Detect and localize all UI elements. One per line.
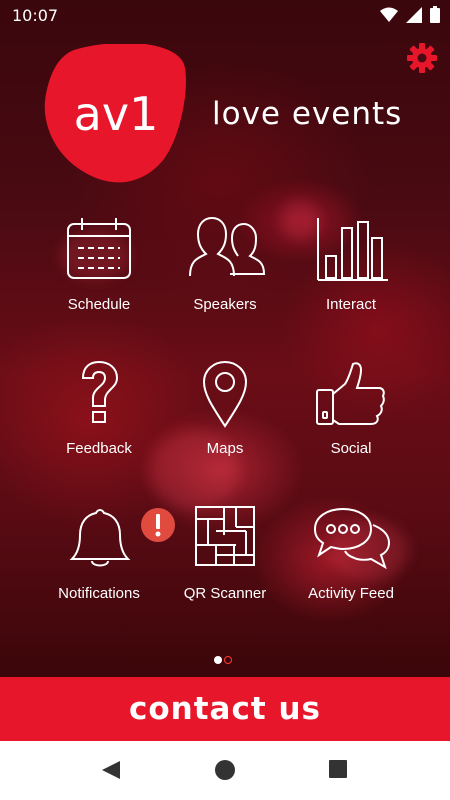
brand-tagline: love events [212, 96, 403, 132]
tile-social[interactable]: Social [286, 360, 416, 490]
logo-text: av1 [74, 87, 159, 141]
tile-label: Interact [325, 296, 377, 313]
app-screen: 10:07 av1 love events Schedule Speakers … [0, 0, 450, 800]
tile-label: Notifications [58, 585, 140, 602]
recents-icon[interactable] [328, 759, 348, 779]
av1-logo: av1 [44, 44, 186, 183]
tile-label: Schedule [67, 296, 131, 313]
tile-maps[interactable]: Maps [160, 360, 290, 490]
tile-label: Social [330, 440, 372, 457]
system-nav-bar [0, 741, 450, 800]
tile-qr-scanner[interactable]: QR Scanner [160, 505, 290, 635]
status-time: 10:07 [12, 6, 59, 25]
tile-label: Activity Feed [308, 585, 394, 602]
question-icon [81, 360, 119, 423]
tile-label: Speakers [193, 296, 257, 313]
tile-label: Feedback [66, 440, 132, 457]
wifi-icon [380, 7, 398, 22]
qr-code-icon [195, 506, 255, 566]
home-icon[interactable] [214, 759, 236, 781]
tile-activity-feed[interactable]: Activity Feed [286, 505, 416, 635]
battery-icon [430, 6, 440, 23]
back-icon[interactable] [100, 759, 122, 781]
page-dot-active[interactable] [214, 656, 222, 664]
bell-icon [69, 509, 131, 567]
tile-label: Maps [206, 440, 244, 457]
tile-feedback[interactable]: Feedback [34, 360, 164, 490]
signal-icon [406, 6, 422, 23]
tile-schedule[interactable]: Schedule [34, 216, 164, 346]
tile-interact[interactable]: Interact [286, 216, 416, 346]
page-dot-inactive[interactable] [224, 656, 232, 664]
page-indicator [0, 656, 450, 666]
contact-us-button[interactable]: contact us [0, 677, 450, 741]
status-bar: 10:07 [0, 0, 450, 32]
chat-bubbles-icon [313, 507, 391, 570]
tile-label: QR Scanner [183, 585, 267, 602]
map-pin-icon [202, 360, 248, 428]
bar-chart-icon [317, 218, 388, 281]
tile-speakers[interactable]: Speakers [160, 216, 290, 346]
gear-icon[interactable] [406, 42, 438, 74]
tile-notifications[interactable]: Notifications [34, 505, 175, 635]
calendar-icon [67, 218, 131, 279]
thumbs-up-icon [316, 362, 385, 425]
people-icon [189, 216, 266, 277]
